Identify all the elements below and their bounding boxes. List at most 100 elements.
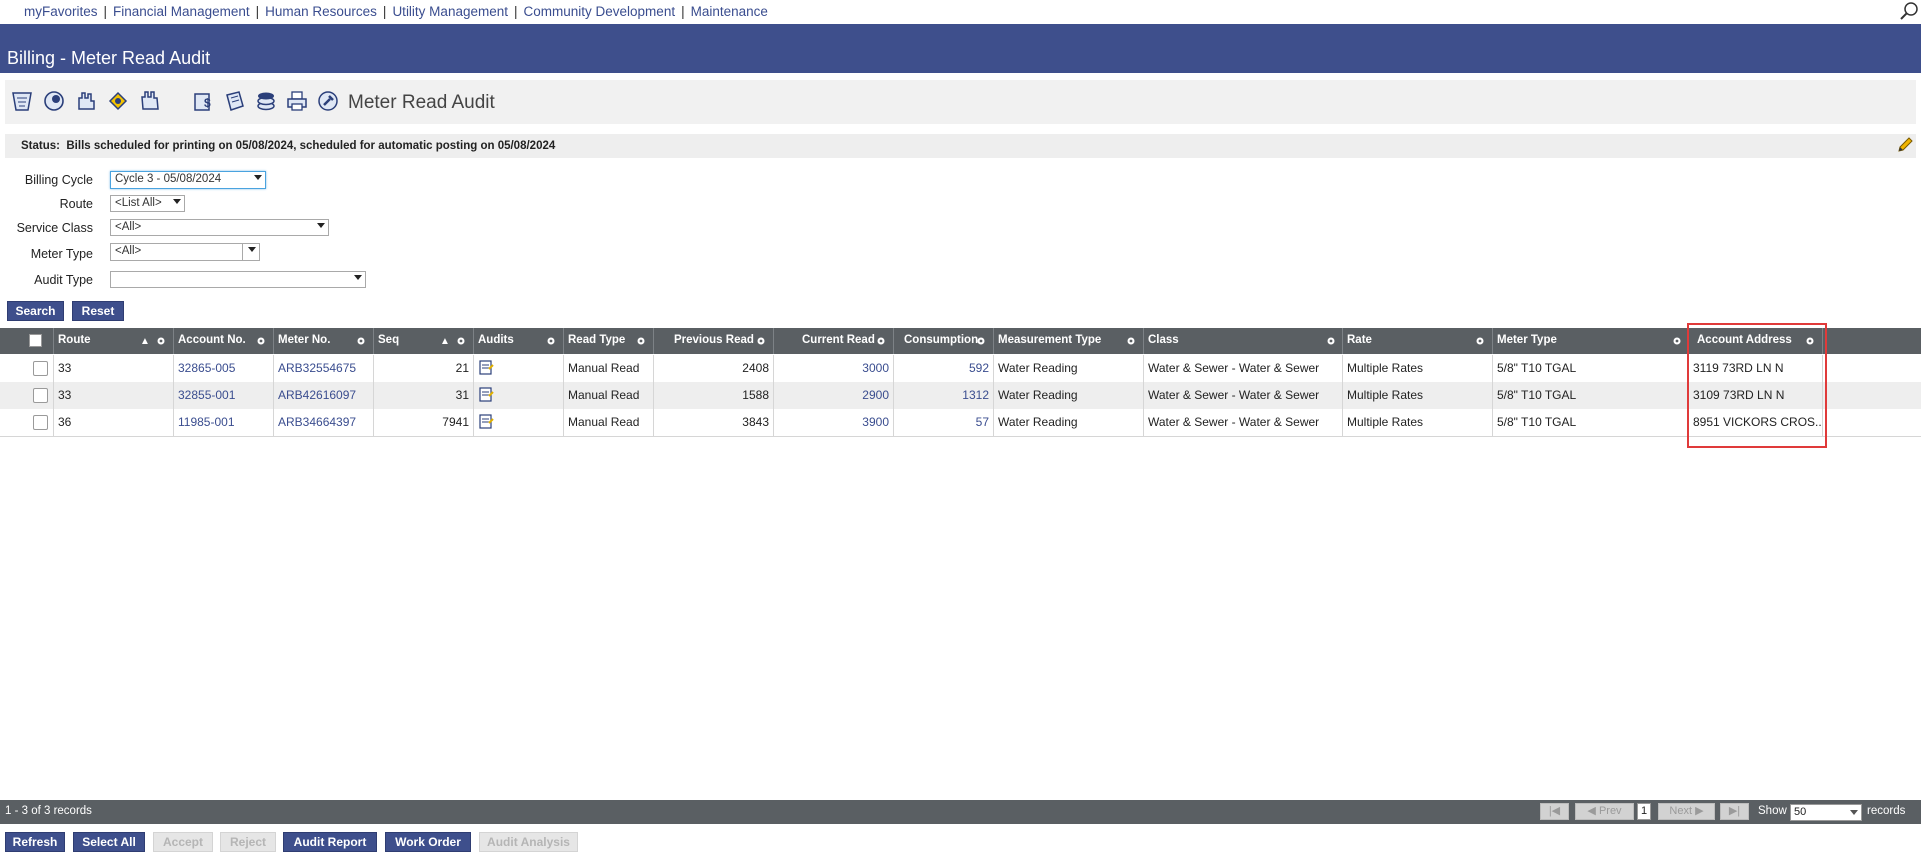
- gear-icon[interactable]: [1326, 336, 1336, 346]
- gear-icon[interactable]: [1475, 336, 1485, 346]
- account-link[interactable]: 32855-001: [174, 382, 274, 409]
- toolbar-title: Meter Read Audit: [348, 92, 495, 113]
- hand-icon[interactable]: [74, 89, 98, 113]
- cell-seq: 21: [374, 355, 474, 382]
- audit-note-icon[interactable]: [478, 414, 494, 429]
- col-label-meter-type: Meter Type: [1497, 334, 1557, 346]
- next-page-button[interactable]: Next ▶: [1658, 803, 1715, 820]
- col-header-account-no[interactable]: Account No.: [174, 328, 274, 354]
- audit-note-icon[interactable]: [478, 387, 494, 402]
- work-order-button[interactable]: Work Order: [385, 832, 471, 852]
- current-read-link[interactable]: 3000: [774, 355, 894, 382]
- nav-link-financial-management[interactable]: Financial Management: [113, 4, 250, 19]
- table-row[interactable]: 36 11985-001 ARB34664397 7941 Manual Rea…: [0, 409, 1921, 437]
- page-size-select[interactable]: 50: [1790, 804, 1862, 821]
- row-checkbox[interactable]: [33, 415, 48, 430]
- meter-type-dropdown-button[interactable]: [242, 244, 259, 260]
- select-all-button[interactable]: Select All: [73, 832, 145, 852]
- refresh-button[interactable]: Refresh: [5, 832, 65, 852]
- audit-type-label: Audit Type: [34, 273, 93, 287]
- consumption-link[interactable]: 1312: [894, 382, 994, 409]
- col-header-meter-type[interactable]: Meter Type: [1493, 328, 1689, 354]
- meter-type-value: <All>: [115, 245, 142, 257]
- col-header-current-read[interactable]: Current Read: [774, 328, 894, 354]
- account-link[interactable]: 11985-001: [174, 409, 274, 436]
- nav-link-utility-management[interactable]: Utility Management: [392, 4, 508, 19]
- table-row[interactable]: 33 32865-005 ARB32554675 21 Manual Read …: [0, 355, 1921, 382]
- cell-rate: Multiple Rates: [1343, 382, 1493, 409]
- account-link[interactable]: 32865-005: [174, 355, 274, 382]
- prev-page-button[interactable]: ◀ Prev: [1575, 803, 1634, 820]
- reject-button[interactable]: Reject: [220, 832, 276, 852]
- last-page-button[interactable]: ▶|: [1720, 803, 1749, 820]
- audit-type-select[interactable]: [110, 271, 366, 288]
- row-checkbox[interactable]: [33, 388, 48, 403]
- grid-footer: 1 - 3 of 3 records |◀ ◀ Prev 1 Next ▶ ▶|…: [0, 800, 1921, 824]
- gear-icon[interactable]: [156, 336, 166, 346]
- current-read-link[interactable]: 2900: [774, 382, 894, 409]
- printer-icon[interactable]: [285, 89, 309, 113]
- service-class-select[interactable]: <All>: [110, 219, 329, 236]
- list-icon[interactable]: [10, 89, 34, 113]
- page-number[interactable]: 1: [1637, 803, 1651, 820]
- stop-hand-icon[interactable]: [138, 89, 162, 113]
- sort-up-icon[interactable]: ▲: [140, 336, 150, 347]
- col-header-rate[interactable]: Rate: [1343, 328, 1493, 354]
- gear-icon[interactable]: [756, 336, 766, 346]
- consumption-link[interactable]: 57: [894, 409, 994, 436]
- reset-button[interactable]: Reset: [72, 301, 124, 321]
- scroll-icon[interactable]: [223, 89, 247, 113]
- col-header-previous-read[interactable]: Previous Read: [654, 328, 774, 354]
- gear-icon[interactable]: [876, 336, 886, 346]
- sort-up-icon[interactable]: ▲: [440, 336, 450, 347]
- show-label: Show: [1758, 805, 1787, 817]
- col-header-class[interactable]: Class: [1144, 328, 1343, 354]
- meter-type-select[interactable]: <All>: [110, 243, 260, 261]
- meter-link[interactable]: ARB32554675: [274, 355, 374, 382]
- audit-note-icon[interactable]: [478, 360, 494, 375]
- search-button[interactable]: Search: [7, 301, 64, 321]
- col-header-measurement-type[interactable]: Measurement Type: [994, 328, 1144, 354]
- gear-icon[interactable]: [636, 336, 646, 346]
- nav-link-myfavorites[interactable]: myFavorites: [24, 4, 98, 19]
- gear-icon[interactable]: [1672, 336, 1682, 346]
- gear-icon[interactable]: [256, 336, 266, 346]
- search-icon[interactable]: [1899, 1, 1919, 21]
- first-page-button[interactable]: |◀: [1540, 803, 1569, 820]
- gear-icon[interactable]: [1126, 336, 1136, 346]
- nav-link-maintenance[interactable]: Maintenance: [691, 4, 768, 19]
- nav-separator: |: [382, 4, 387, 19]
- audit-analysis-button[interactable]: Audit Analysis: [479, 832, 578, 852]
- row-checkbox[interactable]: [33, 361, 48, 376]
- nav-link-human-resources[interactable]: Human Resources: [265, 4, 377, 19]
- gear-icon[interactable]: [546, 336, 556, 346]
- dollar-icon[interactable]: $: [192, 89, 216, 113]
- table-row[interactable]: 33 32855-001 ARB42616097 31 Manual Read …: [0, 382, 1921, 409]
- audit-report-button[interactable]: Audit Report: [283, 832, 377, 852]
- stack-icon[interactable]: [254, 89, 278, 113]
- col-header-seq[interactable]: Seq ▲: [374, 328, 474, 354]
- nav-link-community-development[interactable]: Community Development: [524, 4, 676, 19]
- col-header-route[interactable]: Route ▲: [54, 328, 174, 354]
- consumption-link[interactable]: 592: [894, 355, 994, 382]
- gear-icon[interactable]: [356, 336, 366, 346]
- gear-icon[interactable]: [456, 336, 466, 346]
- col-header-read-type[interactable]: Read Type: [564, 328, 654, 354]
- accept-button[interactable]: Accept: [153, 832, 213, 852]
- billing-cycle-select[interactable]: Cycle 3 - 05/08/2024: [110, 171, 266, 189]
- wrench-icon[interactable]: [316, 89, 340, 113]
- pencil-icon[interactable]: [1896, 136, 1914, 154]
- meter-link[interactable]: ARB34664397: [274, 409, 374, 436]
- nav-separator: |: [255, 4, 260, 19]
- coin-icon[interactable]: [106, 89, 130, 113]
- col-header-consumption[interactable]: Consumption: [894, 328, 994, 354]
- gear-icon[interactable]: [976, 336, 986, 346]
- current-read-link[interactable]: 3900: [774, 409, 894, 436]
- route-select[interactable]: <List All>: [110, 195, 185, 212]
- col-header-meter-no[interactable]: Meter No.: [274, 328, 374, 354]
- meter-link[interactable]: ARB42616097: [274, 382, 374, 409]
- col-header-audits[interactable]: Audits: [474, 328, 564, 354]
- cell-seq: 31: [374, 382, 474, 409]
- globe-icon[interactable]: [42, 89, 66, 113]
- select-all-checkbox[interactable]: [29, 334, 42, 347]
